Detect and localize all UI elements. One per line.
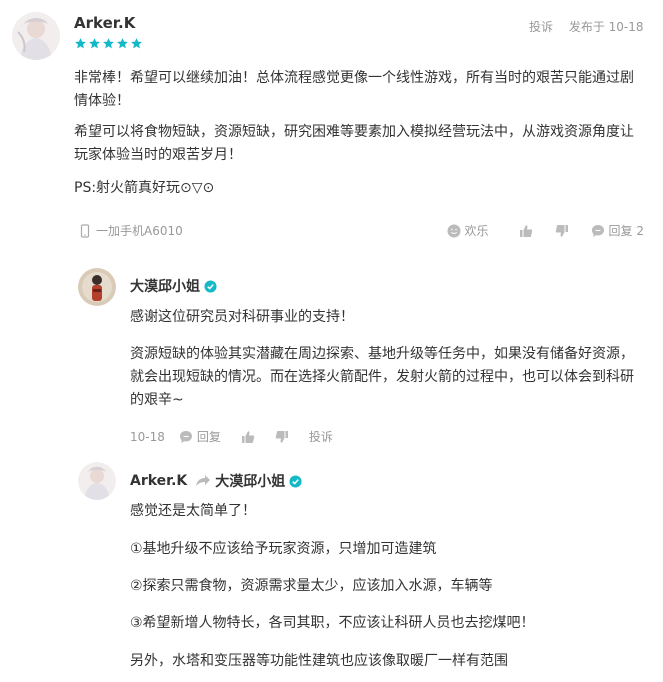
reply-footer: 10-18 回复 投诉 bbox=[130, 428, 333, 445]
reply-paragraph: 资源短缺的体验其实潜藏在周边探索、基地升级等任务中，如果没有储备好资源，就会出现… bbox=[130, 346, 634, 408]
reply-target[interactable]: 大漠邱小姐 bbox=[215, 471, 285, 491]
report-link[interactable]: 投诉 bbox=[309, 428, 333, 445]
device-info: 一加手机A6010 bbox=[78, 222, 183, 239]
happy-button[interactable]: 欢乐 bbox=[447, 222, 489, 239]
star-icon bbox=[75, 38, 86, 49]
thumbs-up-icon[interactable] bbox=[519, 224, 533, 238]
reply-paragraph: ②探索只需食物，资源需求量太少，应该加入水源，车辆等 bbox=[130, 578, 493, 594]
reply-paragraph: 感谢这位研究员对科研事业的支持！ bbox=[130, 309, 354, 325]
reply-username[interactable]: Arker.K bbox=[130, 473, 187, 489]
star-icon bbox=[89, 38, 100, 49]
official-name[interactable]: 大漠邱小姐 bbox=[130, 276, 200, 296]
review-paragraph: 非常棒！希望可以继续加油！总体流程感觉更像一个线性游戏，所有当时的艰苦只能通过剧… bbox=[74, 70, 634, 109]
reply-arrow-icon bbox=[196, 475, 211, 486]
verified-icon bbox=[204, 279, 217, 293]
report-link[interactable]: 投诉 bbox=[529, 20, 553, 34]
rating-stars bbox=[74, 37, 143, 50]
avatar[interactable] bbox=[12, 12, 60, 60]
reply-header: Arker.K 大漠邱小姐 bbox=[130, 471, 302, 491]
reply-label: 回复 bbox=[196, 430, 221, 444]
star-icon bbox=[103, 38, 114, 49]
verified-icon bbox=[289, 474, 302, 488]
review-username[interactable]: Arker.K bbox=[74, 14, 135, 32]
thumbs-down-icon[interactable] bbox=[275, 430, 289, 444]
reply-paragraph: ③希望新增人物特长，各司其职，不应该让科研人员也去挖煤吧！ bbox=[130, 615, 535, 631]
smile-icon bbox=[447, 224, 461, 237]
reply-button[interactable]: 回复 bbox=[179, 428, 221, 445]
review-meta: 投诉 发布于 10-18 bbox=[529, 18, 644, 35]
publish-date: 发布于 10-18 bbox=[568, 20, 644, 34]
reply-date: 10-18 bbox=[130, 429, 165, 444]
reply-username[interactable]: 大漠邱小姐 bbox=[130, 276, 217, 296]
avatar[interactable] bbox=[78, 462, 116, 500]
reply-paragraph: 另外，水塔和变压器等功能性建筑也应该像取暖厂一样有范围 bbox=[130, 653, 508, 669]
device-name: 一加手机A6010 bbox=[96, 224, 183, 238]
review-footer: 一加手机A6010 欢乐 回复 2 bbox=[78, 222, 644, 239]
happy-label: 欢乐 bbox=[464, 224, 489, 238]
comment-icon bbox=[179, 430, 192, 443]
reply-paragraph: ①基地升级不应该给予玩家资源，只增加可造建筑 bbox=[130, 541, 437, 557]
comment-icon bbox=[591, 224, 604, 237]
phone-icon bbox=[80, 223, 90, 238]
thumbs-up-icon[interactable] bbox=[241, 430, 255, 444]
thumbs-down-icon[interactable] bbox=[555, 224, 569, 238]
review-paragraph: 希望可以将食物短缺，资源短缺，研究困难等要素加入模拟经营玩法中，从游戏资源角度让… bbox=[74, 124, 634, 163]
review-paragraph: PS:射火箭真好玩⊙▽⊙ bbox=[74, 180, 215, 196]
reply-button[interactable]: 回复 2 bbox=[591, 222, 644, 239]
star-icon bbox=[131, 38, 142, 49]
avatar[interactable] bbox=[78, 268, 116, 306]
star-icon bbox=[117, 38, 128, 49]
reply-count: 回复 2 bbox=[608, 224, 644, 238]
reply-paragraph: 感觉还是太简单了！ bbox=[130, 503, 256, 519]
